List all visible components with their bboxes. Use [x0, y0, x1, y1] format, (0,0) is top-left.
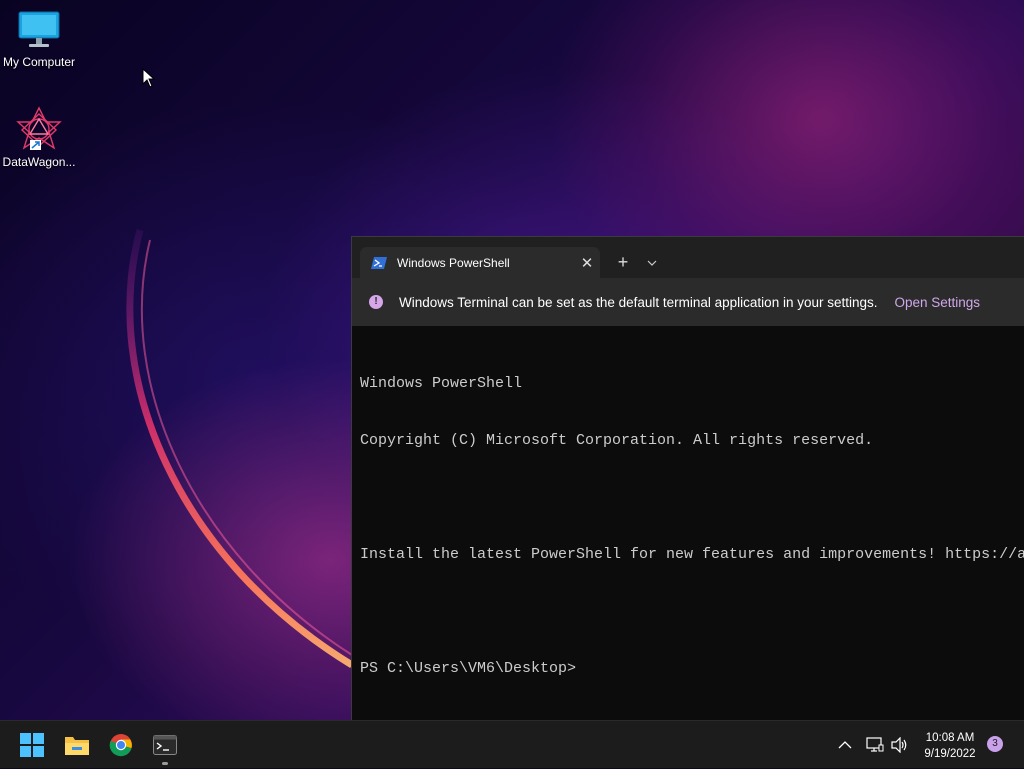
tab-dropdown-button[interactable]: [639, 249, 665, 275]
volume-icon-button[interactable]: [891, 721, 909, 769]
desktop-icon-label: DataWagon...: [2, 155, 76, 169]
taskbar-clock[interactable]: 10:08 AM 9/19/2022: [916, 730, 984, 762]
tab-windows-powershell[interactable]: Windows PowerShell ✕: [360, 247, 600, 278]
desktop-icon-label: My Computer: [2, 55, 76, 69]
mouse-cursor-icon: [142, 68, 156, 88]
terminal-taskbar-button[interactable]: [149, 729, 181, 765]
clock-time: 10:08 AM: [925, 732, 975, 744]
windows-start-icon: [20, 733, 44, 757]
clock-date: 9/19/2022: [924, 748, 976, 760]
chrome-button[interactable]: [105, 729, 137, 761]
network-icon: [866, 737, 884, 752]
start-button[interactable]: [16, 729, 48, 761]
taskbar: 10:08 AM 9/19/2022: [0, 720, 1024, 768]
datawagon-app-icon: [16, 106, 62, 150]
info-icon: !: [369, 295, 383, 309]
infobar-message: Windows Terminal can be set as the defau…: [399, 294, 878, 310]
show-hidden-icons-button[interactable]: [838, 721, 852, 769]
running-indicator: [162, 762, 168, 765]
desktop-icon-my-computer[interactable]: My Computer: [0, 10, 78, 69]
console-output[interactable]: Windows PowerShell Copyright (C) Microso…: [360, 336, 1024, 716]
tab-close-icon[interactable]: ✕: [574, 254, 600, 272]
tab-title: Windows PowerShell: [397, 255, 510, 270]
console-prompt: PS C:\Users\VM6\Desktop>: [360, 660, 577, 677]
file-explorer-button[interactable]: [61, 729, 93, 761]
console-line: Install the latest PowerShell for new fe…: [360, 546, 1024, 563]
console-line: Copyright (C) Microsoft Corporation. All…: [360, 432, 874, 449]
terminal-icon: [153, 735, 177, 755]
new-tab-button[interactable]: +: [610, 249, 636, 275]
chevron-up-icon: [838, 741, 852, 749]
open-settings-link[interactable]: Open Settings: [895, 295, 981, 310]
tab-bar: Windows PowerShell ✕ +: [352, 237, 1024, 278]
monitor-icon: [18, 11, 60, 47]
powershell-icon: [371, 256, 387, 269]
notification-count-badge[interactable]: 3: [987, 736, 1003, 752]
file-explorer-icon: [65, 737, 89, 755]
terminal-window[interactable]: Windows PowerShell ✕ + ! Windows Termina…: [351, 236, 1024, 721]
console-line: Windows PowerShell: [360, 375, 523, 392]
desktop-icon-datawagon[interactable]: DataWagon...: [0, 106, 78, 169]
chrome-icon: [109, 734, 132, 757]
chevron-down-icon: [647, 260, 657, 266]
default-terminal-infobar: ! Windows Terminal can be set as the def…: [352, 278, 1024, 326]
volume-icon: [891, 737, 907, 753]
network-icon-button[interactable]: [866, 721, 884, 769]
